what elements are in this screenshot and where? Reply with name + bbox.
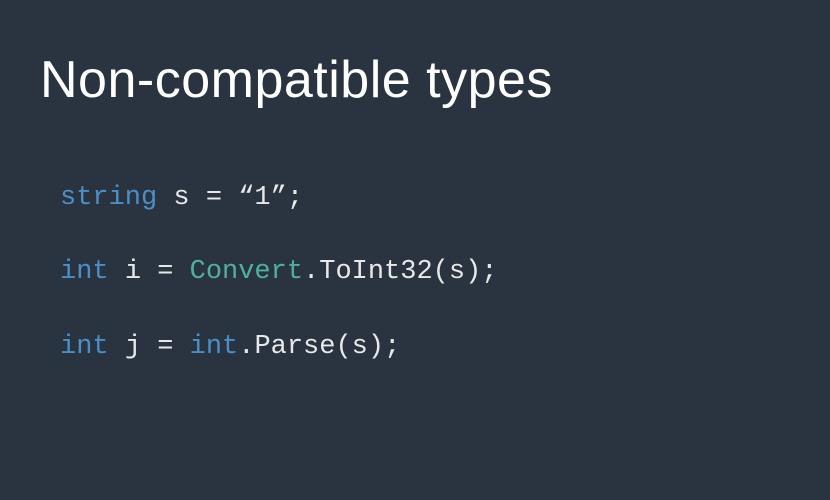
arg-s: s	[449, 257, 465, 287]
dot: .	[238, 332, 254, 362]
type-int: int	[190, 332, 239, 362]
space	[109, 332, 125, 362]
type-convert: Convert	[190, 257, 303, 287]
identifier-s: s	[173, 183, 189, 213]
dot: .	[303, 257, 319, 287]
semicolon: ;	[287, 183, 303, 213]
identifier-i: i	[125, 257, 141, 287]
equals-op: =	[206, 183, 222, 213]
space	[109, 257, 125, 287]
lparen: (	[335, 332, 351, 362]
space	[173, 257, 189, 287]
rparen: )	[465, 257, 481, 287]
equals-op: =	[157, 332, 173, 362]
method-parse: Parse	[254, 332, 335, 362]
space	[173, 332, 189, 362]
keyword-int: int	[60, 332, 109, 362]
space	[222, 183, 238, 213]
space	[141, 332, 157, 362]
string-literal: “1”	[238, 183, 287, 213]
semicolon: ;	[384, 332, 400, 362]
code-line-2: int i = Convert.ToInt32(s);	[60, 254, 790, 290]
slide-title: Non-compatible types	[40, 50, 790, 110]
code-block: string s = “1”; int i = Convert.ToInt32(…	[40, 180, 790, 365]
code-line-1: string s = “1”;	[60, 180, 790, 216]
arg-s: s	[352, 332, 368, 362]
lparen: (	[433, 257, 449, 287]
semicolon: ;	[481, 257, 497, 287]
space	[141, 257, 157, 287]
slide: Non-compatible types string s = “1”; int…	[0, 0, 830, 365]
keyword-string: string	[60, 183, 157, 213]
space	[190, 183, 206, 213]
identifier-j: j	[125, 332, 141, 362]
keyword-int: int	[60, 257, 109, 287]
equals-op: =	[157, 257, 173, 287]
rparen: )	[368, 332, 384, 362]
method-toint32: ToInt32	[319, 257, 432, 287]
space	[157, 183, 173, 213]
code-line-3: int j = int.Parse(s);	[60, 329, 790, 365]
